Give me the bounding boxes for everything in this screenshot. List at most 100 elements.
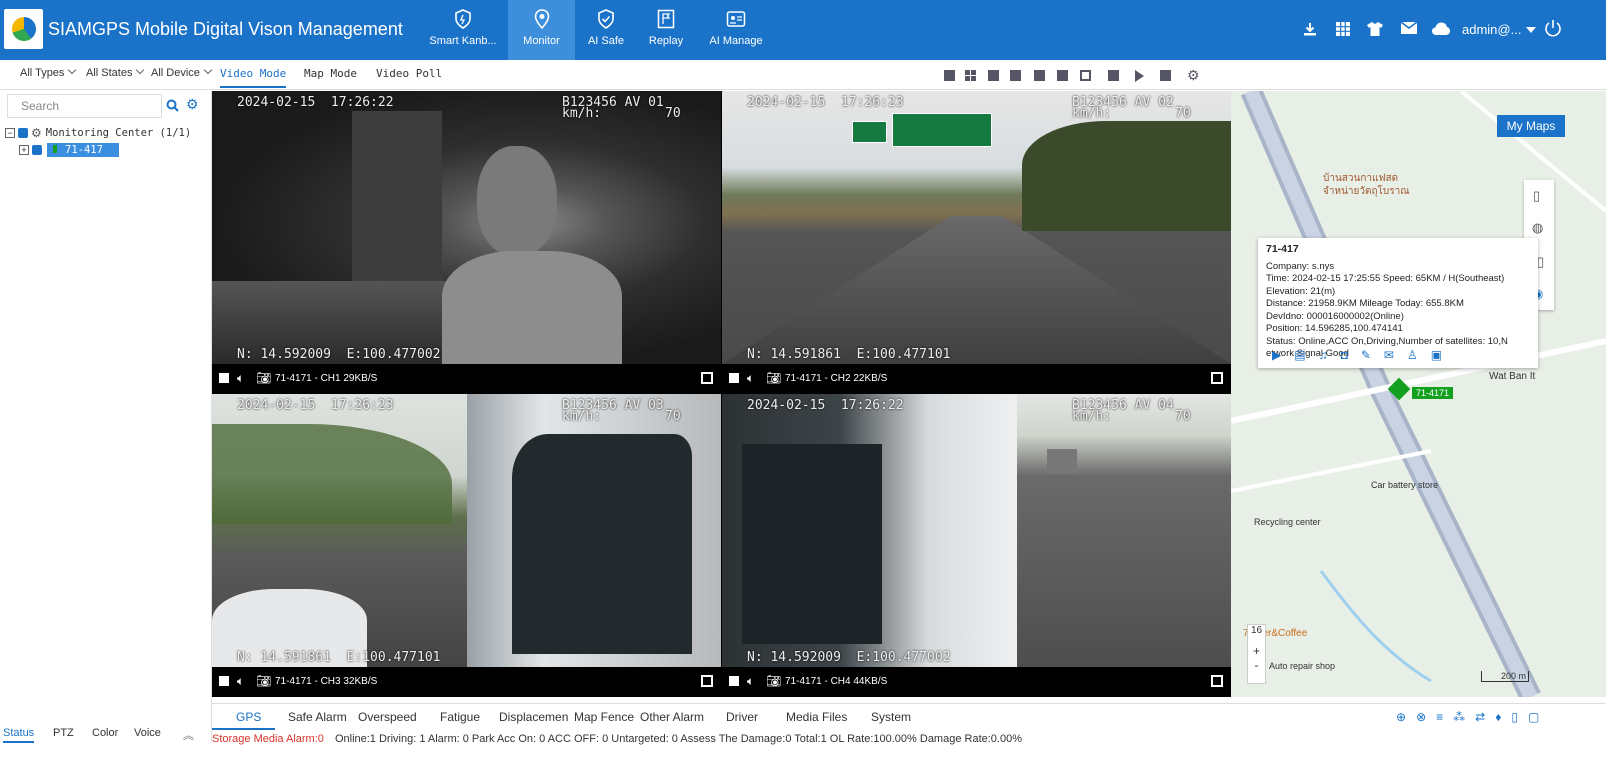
tree-root[interactable]: − ⚙ Monitoring Center (1/1) bbox=[5, 126, 191, 140]
layout-8-icon[interactable] bbox=[1010, 70, 1021, 81]
globe-icon[interactable]: ◍ bbox=[1532, 220, 1543, 236]
tab-gps[interactable]: GPS bbox=[212, 710, 276, 730]
tab-ptz[interactable]: PTZ bbox=[53, 727, 74, 739]
headset-icon[interactable]: ♫ bbox=[1319, 348, 1328, 362]
camera-icon[interactable]: 📷︎ bbox=[256, 371, 271, 385]
nav-smart-kanban[interactable]: Smart Kanb... bbox=[424, 0, 502, 60]
layout-16-icon[interactable] bbox=[1057, 70, 1068, 81]
nav-ai-manage[interactable]: AI Manage bbox=[704, 0, 768, 60]
stop-icon[interactable] bbox=[1160, 70, 1171, 81]
window-icon[interactable]: ▢ bbox=[1528, 710, 1539, 724]
layout-6-icon[interactable] bbox=[988, 70, 999, 81]
message-icon[interactable]: ✉ bbox=[1384, 348, 1394, 362]
video-cell-ch4[interactable]: 2024-02-15 17:26:22 B123456 AV 04 km/h: … bbox=[722, 394, 1231, 697]
device-filter[interactable]: All Device bbox=[151, 65, 213, 79]
layout-4-icon[interactable] bbox=[965, 70, 976, 81]
power-icon[interactable] bbox=[1544, 19, 1562, 37]
list-icon[interactable]: ≡ bbox=[1436, 710, 1443, 724]
stop-icon[interactable] bbox=[729, 373, 739, 383]
video-cell-ch2[interactable]: 2024-02-15 17:26:23 B123456 AV 02 km/h: … bbox=[722, 91, 1231, 394]
speaker-icon[interactable]: 🔈︎ bbox=[237, 674, 244, 689]
video-cell-ch3[interactable]: 2024-02-15 17:26:23 B123456 AV 03 km/h: … bbox=[212, 394, 721, 697]
driver-icon[interactable]: ♙ bbox=[1407, 348, 1418, 362]
camera-icon[interactable]: 📷︎ bbox=[766, 674, 781, 688]
stop-icon[interactable] bbox=[729, 676, 739, 686]
collapse-icon[interactable]: − bbox=[5, 128, 15, 138]
fullscreen-icon[interactable] bbox=[701, 675, 713, 687]
tab-voice[interactable]: Voice bbox=[134, 727, 161, 739]
fullscreen-icon[interactable] bbox=[701, 372, 713, 384]
zoom-control: 16 + - bbox=[1247, 624, 1266, 684]
drop-icon[interactable]: ♦ bbox=[1495, 710, 1501, 724]
traffic-icon[interactable]: ▯ bbox=[1533, 188, 1540, 204]
search-icon[interactable] bbox=[166, 99, 179, 112]
crosshair-icon[interactable]: ⊕ bbox=[1396, 710, 1406, 724]
layout-1-icon[interactable] bbox=[944, 70, 955, 81]
tab-map-fence[interactable]: Map Fence bbox=[574, 710, 634, 724]
settings-icon[interactable]: ⚙ bbox=[1187, 67, 1200, 84]
vehicle-label[interactable]: 71-417 bbox=[47, 143, 119, 157]
tab-overspeed[interactable]: Overspeed bbox=[358, 710, 417, 724]
panel-icon[interactable]: ▯ bbox=[1511, 710, 1518, 724]
stop-all-icon[interactable] bbox=[1108, 70, 1119, 81]
tab-driver[interactable]: Driver bbox=[726, 710, 758, 724]
fullscreen-icon[interactable] bbox=[1211, 675, 1223, 687]
camera-icon[interactable]: ◘ bbox=[1341, 348, 1348, 362]
wrench-icon[interactable]: ✎ bbox=[1361, 348, 1371, 362]
tab-fatigue[interactable]: Fatigue bbox=[440, 710, 480, 724]
type-filter[interactable]: All Types bbox=[20, 65, 77, 79]
tab-other-alarm[interactable]: Other Alarm bbox=[640, 710, 704, 724]
id-card-icon bbox=[726, 11, 746, 27]
cloud-icon[interactable] bbox=[1432, 22, 1450, 35]
state-filter[interactable]: All States bbox=[86, 65, 145, 79]
nav-monitor[interactable]: Monitor bbox=[508, 0, 575, 60]
search-input[interactable]: Search bbox=[7, 94, 162, 118]
record-icon[interactable]: ▣ bbox=[1431, 348, 1442, 362]
tab-status[interactable]: Status bbox=[3, 727, 35, 743]
tab-color[interactable]: Color bbox=[92, 727, 118, 739]
tab-displacement[interactable]: Displacemen bbox=[499, 710, 568, 724]
my-maps-button[interactable]: My Maps bbox=[1497, 115, 1565, 137]
tab-map-mode[interactable]: Map Mode bbox=[304, 67, 357, 80]
expand-icon[interactable]: + bbox=[19, 145, 29, 155]
tab-media-files[interactable]: Media Files bbox=[786, 710, 847, 724]
tab-system[interactable]: System bbox=[871, 710, 911, 724]
locate-icon[interactable]: ⊗ bbox=[1416, 710, 1426, 724]
speaker-icon[interactable]: 🔈︎ bbox=[747, 674, 754, 689]
collapse-up-icon[interactable]: ︽ bbox=[183, 727, 194, 743]
zoom-in-button[interactable]: + bbox=[1248, 644, 1265, 658]
speaker-icon[interactable]: 🔈︎ bbox=[747, 371, 754, 386]
vehicle-checkbox[interactable] bbox=[32, 145, 42, 155]
zoom-out-button[interactable]: - bbox=[1248, 658, 1265, 672]
tab-video-mode[interactable]: Video Mode bbox=[220, 67, 287, 88]
mail-icon[interactable] bbox=[1401, 22, 1417, 34]
popup-company: Company: s.nys bbox=[1266, 260, 1335, 272]
play-icon[interactable] bbox=[1135, 70, 1144, 82]
camera-icon[interactable]: 📷︎ bbox=[256, 674, 271, 688]
video-cell-ch1[interactable]: 2024-02-15 17:26:22 B123456 AV 01 km/h: … bbox=[212, 91, 721, 394]
download-icon[interactable] bbox=[1303, 22, 1317, 36]
caret-down-icon[interactable] bbox=[1526, 27, 1536, 33]
gear-icon[interactable]: ⚙ bbox=[186, 96, 199, 113]
layout-9-icon[interactable] bbox=[1034, 70, 1045, 81]
user-menu[interactable]: admin@... bbox=[1462, 22, 1521, 37]
stop-icon[interactable] bbox=[219, 676, 229, 686]
speaker-icon[interactable]: 🔈︎ bbox=[237, 371, 244, 386]
tree-vehicle[interactable]: + 71-417 bbox=[19, 143, 119, 157]
cluster-icon[interactable]: ⁂ bbox=[1453, 710, 1465, 724]
nav-replay[interactable]: Replay bbox=[640, 0, 692, 60]
camera-icon[interactable]: 📷︎ bbox=[766, 371, 781, 385]
root-checkbox[interactable] bbox=[18, 128, 28, 138]
fullscreen-icon[interactable] bbox=[1211, 372, 1223, 384]
stop-icon[interactable] bbox=[219, 373, 229, 383]
fullscreen-icon[interactable] bbox=[1080, 70, 1091, 81]
tab-video-poll[interactable]: Video Poll bbox=[376, 67, 442, 80]
vehicle-tag[interactable]: 71-4171 bbox=[1412, 387, 1454, 399]
video-icon[interactable]: ▶ bbox=[1272, 348, 1281, 362]
shirt-icon[interactable] bbox=[1367, 22, 1383, 36]
grid-icon[interactable] bbox=[1336, 22, 1350, 36]
nav-ai-safe[interactable]: AI Safe bbox=[580, 0, 632, 60]
shuffle-icon[interactable]: ⇄ bbox=[1475, 710, 1485, 724]
document-icon[interactable]: ▤ bbox=[1294, 348, 1305, 362]
tab-safe-alarm[interactable]: Safe Alarm bbox=[288, 710, 347, 724]
